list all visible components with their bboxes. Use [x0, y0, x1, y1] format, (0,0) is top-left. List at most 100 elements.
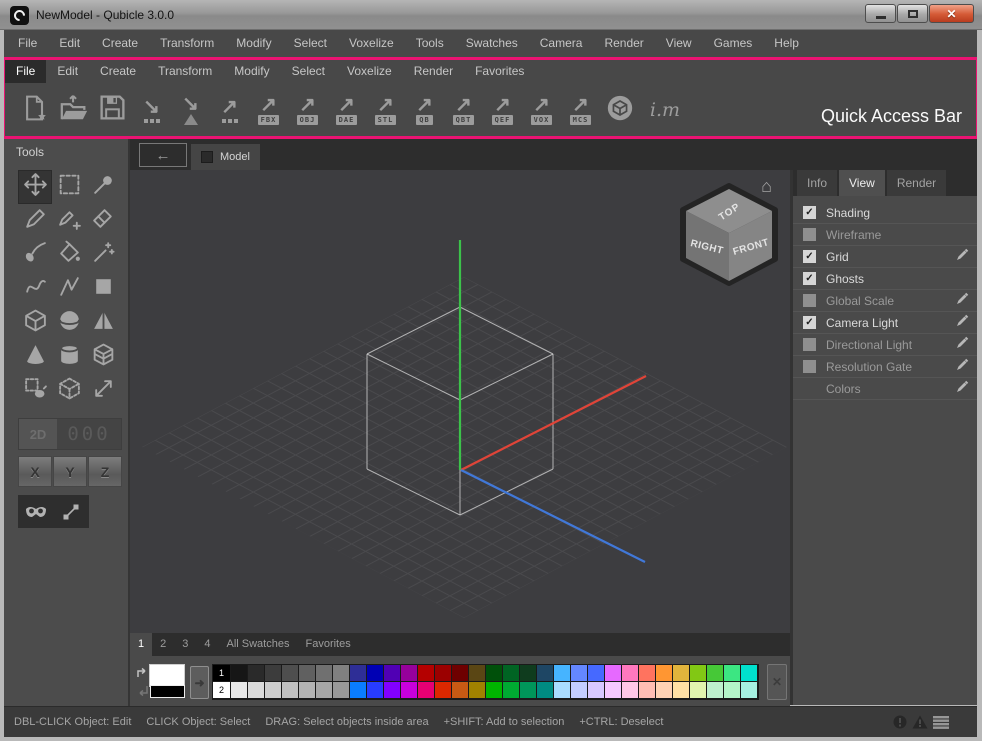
- pencil-tool-button[interactable]: [18, 204, 52, 238]
- swatch-cell[interactable]: [690, 665, 707, 682]
- menu-item-edit[interactable]: Edit: [46, 60, 89, 83]
- swatch-cell[interactable]: [690, 682, 707, 699]
- swatch-cell[interactable]: [350, 682, 367, 699]
- swatch-cell[interactable]: [639, 682, 656, 699]
- scale-tool-button[interactable]: [86, 374, 120, 408]
- export-obj-button[interactable]: ↗ OBJ: [288, 85, 327, 135]
- rectangle-tool-button[interactable]: [86, 272, 120, 306]
- resolution-gate-edit-icon[interactable]: [956, 358, 969, 376]
- swatch-cell[interactable]: [486, 665, 503, 682]
- swatch-cell[interactable]: [265, 682, 282, 699]
- swatch-cell[interactable]: [469, 682, 486, 699]
- save-file-button[interactable]: [93, 85, 132, 135]
- swatch-cell[interactable]: [520, 665, 537, 682]
- export-button[interactable]: ↗: [210, 85, 249, 135]
- freehand-tool-button[interactable]: [18, 272, 52, 306]
- box-tool-button[interactable]: [18, 306, 52, 340]
- menu-item-transform[interactable]: Transform: [149, 30, 225, 57]
- paint-select-tool-button[interactable]: [18, 374, 52, 408]
- swatch-cell[interactable]: [435, 665, 452, 682]
- colors-edit-icon[interactable]: [956, 380, 969, 398]
- swatch-cell[interactable]: [724, 665, 741, 682]
- info-icon[interactable]: [893, 715, 907, 729]
- menu-item-swatches[interactable]: Swatches: [455, 30, 529, 57]
- menu-item-render[interactable]: Render: [593, 30, 654, 57]
- menu-item-help[interactable]: Help: [763, 30, 810, 57]
- swatch-tab-all-swatches[interactable]: All Swatches: [219, 633, 298, 656]
- line-tool-button[interactable]: [52, 272, 86, 306]
- import-mesh-button[interactable]: ↘: [171, 85, 210, 135]
- swatch-cell[interactable]: [656, 665, 673, 682]
- export-mcs-button[interactable]: ↗ MCS: [561, 85, 600, 135]
- swap-colors-icon[interactable]: [135, 667, 150, 697]
- cylinder-tool-button[interactable]: [52, 340, 86, 374]
- axis-y-button[interactable]: Y: [53, 456, 87, 487]
- menu-item-create[interactable]: Create: [89, 60, 147, 83]
- menu-item-modify[interactable]: Modify: [223, 60, 280, 83]
- panel-tab-render[interactable]: Render: [886, 170, 947, 196]
- swatch-cell[interactable]: [724, 682, 741, 699]
- menu-item-tools[interactable]: Tools: [405, 30, 455, 57]
- swatch-cell[interactable]: [656, 682, 673, 699]
- swatch-cell[interactable]: [571, 665, 588, 682]
- swatch-tab-3[interactable]: 3: [174, 633, 196, 656]
- attach-pencil-tool-button[interactable]: [52, 204, 86, 238]
- swatch-cell[interactable]: [520, 682, 537, 699]
- swatch-cell[interactable]: [588, 682, 605, 699]
- mask-button[interactable]: [18, 495, 53, 528]
- export-vox-button[interactable]: ↗ VOX: [522, 85, 561, 135]
- warning-icon[interactable]: [912, 715, 928, 729]
- menu-item-camera[interactable]: Camera: [529, 30, 594, 57]
- menu-item-create[interactable]: Create: [91, 30, 149, 57]
- swatch-cell[interactable]: [452, 682, 469, 699]
- swatch-cell[interactable]: [707, 682, 724, 699]
- minimize-button[interactable]: [865, 4, 896, 23]
- global-scale-edit-icon[interactable]: [956, 292, 969, 310]
- panel-tab-info[interactable]: Info: [797, 170, 838, 196]
- swatch-cell[interactable]: [554, 665, 571, 682]
- swatch-cell[interactable]: [316, 682, 333, 699]
- foreground-color-well[interactable]: [149, 664, 185, 687]
- log-menu-icon[interactable]: [933, 715, 949, 729]
- export-qb-button[interactable]: ↗ QB: [405, 85, 444, 135]
- panel-tab-view[interactable]: View: [839, 170, 885, 196]
- magic-wand-tool-button[interactable]: [86, 238, 120, 272]
- swatch-cell[interactable]: [333, 665, 350, 682]
- maximize-button[interactable]: [897, 4, 928, 23]
- export-dae-button[interactable]: ↗ DAE: [327, 85, 366, 135]
- swatch-cell[interactable]: [707, 665, 724, 682]
- swatch-cell[interactable]: [418, 665, 435, 682]
- swatch-cell[interactable]: [605, 665, 622, 682]
- swatch-cell[interactable]: [486, 682, 503, 699]
- swatch-cell[interactable]: [248, 682, 265, 699]
- swatch-cell[interactable]: [588, 665, 605, 682]
- shading-checkbox[interactable]: ✓: [803, 206, 816, 219]
- swatch-cell[interactable]: [282, 682, 299, 699]
- swatch-cell[interactable]: [554, 682, 571, 699]
- global-scale-checkbox[interactable]: [803, 294, 816, 307]
- mode-2d-button[interactable]: 2D: [19, 419, 57, 449]
- move-tool-button[interactable]: [18, 170, 52, 204]
- swatch-cell[interactable]: [418, 682, 435, 699]
- menu-item-voxelize[interactable]: Voxelize: [338, 30, 405, 57]
- swatch-tab-1[interactable]: 1: [130, 633, 153, 656]
- menu-item-view[interactable]: View: [655, 30, 703, 57]
- menu-item-transform[interactable]: Transform: [147, 60, 223, 83]
- swatch-cell[interactable]: [741, 665, 758, 682]
- swatch-cell[interactable]: [401, 665, 418, 682]
- sphere-tool-button[interactable]: [52, 306, 86, 340]
- menu-item-select[interactable]: Select: [281, 60, 336, 83]
- camera-light-edit-icon[interactable]: [956, 314, 969, 332]
- menu-item-modify[interactable]: Modify: [225, 30, 282, 57]
- eraser-tool-button[interactable]: [86, 204, 120, 238]
- rectangle-select-tool-button[interactable]: [52, 170, 86, 204]
- camera-light-checkbox[interactable]: ✓: [803, 316, 816, 329]
- swatch-cell[interactable]: [299, 682, 316, 699]
- swatch-cell[interactable]: [537, 682, 554, 699]
- swatch-cell[interactable]: [367, 665, 384, 682]
- swatch-tab-2[interactable]: 2: [152, 633, 174, 656]
- extrude-tool-button[interactable]: [86, 340, 120, 374]
- menu-item-voxelize[interactable]: Voxelize: [336, 60, 403, 83]
- menu-item-edit[interactable]: Edit: [48, 30, 91, 57]
- cone-tool-button[interactable]: [18, 340, 52, 374]
